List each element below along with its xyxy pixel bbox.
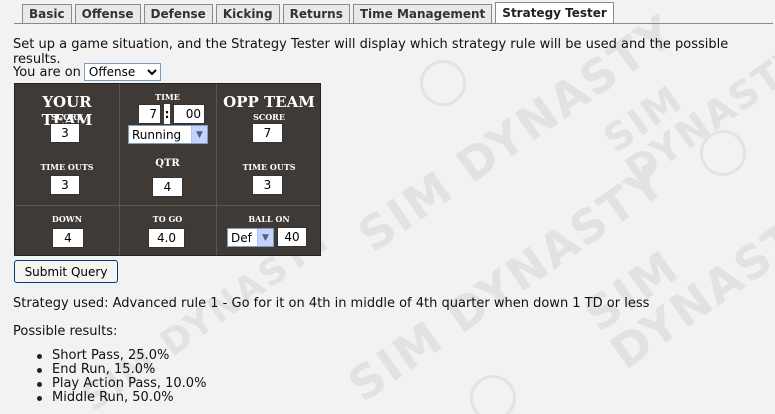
list-item: Middle Run, 50.0% [37, 391, 206, 405]
opp-timeouts-input[interactable]: 3 [252, 175, 283, 195]
possible-results-label: Possible results: [13, 324, 118, 339]
tab-returns[interactable]: Returns [282, 4, 350, 23]
ball-on-input[interactable]: 40 [277, 227, 307, 247]
tab-basic[interactable]: Basic [22, 4, 72, 23]
watermark-text: SIM DYNASTY [595, 34, 775, 193]
time-seconds-input[interactable]: 00 [173, 104, 205, 124]
side-label: You are on [13, 64, 81, 80]
tab-defense[interactable]: Defense [143, 4, 213, 23]
list-item: End Run, 15.0% [37, 363, 206, 377]
time-label: TIME [155, 92, 180, 102]
list-item: Short Pass, 25.0% [37, 349, 206, 363]
your-score-input[interactable]: 3 [50, 123, 80, 143]
tab-time-management[interactable]: Time Management [352, 4, 493, 23]
qtr-label: QTR [155, 158, 180, 169]
scoreboard: YOUR TEAM SCORE 3 TIME OUTS 3 TIME 7 : 0… [14, 83, 321, 256]
tab-bar: Basic Offense Defense Kicking Returns Ti… [22, 2, 614, 24]
tab-kicking[interactable]: Kicking [215, 4, 280, 23]
side-select[interactable]: Offense [83, 63, 161, 81]
results-list: Short Pass, 25.0% End Run, 15.0% Play Ac… [37, 349, 206, 405]
opp-team-heading: OPP TEAM [223, 93, 315, 111]
football-icon [470, 375, 516, 414]
watermark-text: SIM DYNASTY [338, 153, 676, 413]
ball-on-label: BALL ON [248, 214, 290, 224]
ball-side-select[interactable]: Def ▼ [227, 228, 274, 247]
watermark-text: SIM DYNASTY [574, 189, 775, 380]
list-item: Play Action Pass, 10.0% [37, 377, 206, 391]
to-go-input[interactable]: 4.0 [148, 228, 185, 248]
clock-state-value: Running [132, 127, 182, 142]
your-timeouts-input[interactable]: 3 [50, 175, 80, 195]
tab-offense[interactable]: Offense [74, 4, 141, 23]
ball-side-value: Def [231, 230, 252, 245]
quarter-input[interactable]: 4 [152, 177, 183, 197]
side-selector-row: You are on Offense [13, 63, 161, 81]
your-timeouts-label: TIME OUTS [40, 162, 94, 172]
football-icon [700, 130, 746, 176]
submit-query-button[interactable]: Submit Query [14, 260, 118, 283]
time-separator: : [164, 104, 170, 124]
to-go-label: TO GO [152, 214, 183, 224]
chevron-down-icon: ▼ [257, 229, 273, 246]
your-score-label: SCORE [51, 112, 83, 122]
opp-score-input[interactable]: 7 [252, 123, 283, 143]
divider [119, 84, 120, 255]
strategy-used-text: Strategy used: Advanced rule 1 - Go for … [13, 296, 650, 311]
clock-state-select[interactable]: Running ▼ [128, 125, 208, 144]
opp-score-label: SCORE [253, 112, 285, 122]
down-input[interactable]: 4 [52, 228, 84, 248]
tab-strategy-tester[interactable]: Strategy Tester [495, 2, 614, 23]
down-label: DOWN [51, 214, 83, 224]
time-minutes-input[interactable]: 7 [138, 104, 161, 124]
opp-timeouts-label: TIME OUTS [242, 162, 296, 172]
divider [15, 205, 320, 206]
chevron-down-icon: ▼ [191, 126, 207, 143]
